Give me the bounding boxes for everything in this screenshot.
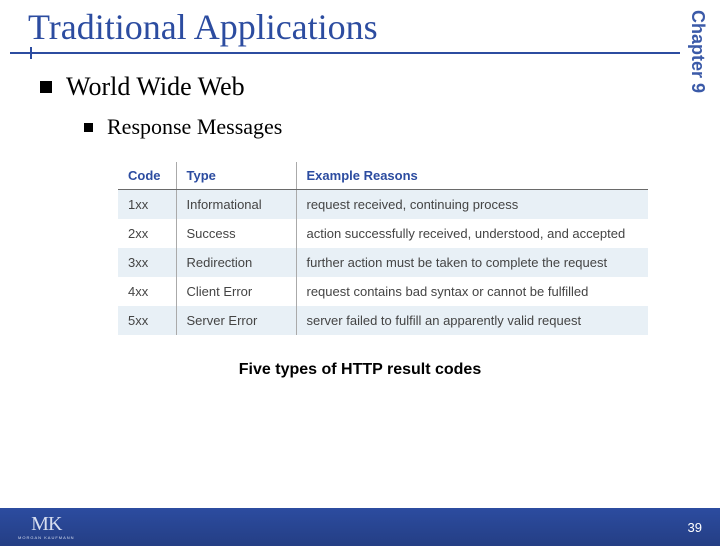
table-row: 4xx Client Error request contains bad sy… (118, 277, 648, 306)
page-number: 39 (688, 520, 702, 535)
bullet-icon (40, 81, 52, 93)
table-row: 2xx Success action successfully received… (118, 219, 648, 248)
cell-reason: server failed to fulfill an apparently v… (296, 306, 648, 335)
cell-type: Server Error (176, 306, 296, 335)
cell-type: Informational (176, 190, 296, 220)
http-codes-table: Code Type Example Reasons 1xx Informatio… (118, 162, 648, 335)
title-rule (10, 52, 680, 54)
outline-level1: World Wide Web (40, 72, 680, 102)
bullet-icon (84, 123, 93, 132)
cell-type: Success (176, 219, 296, 248)
publisher-logo: MK MORGAN KAUFMANN (18, 514, 75, 540)
cell-reason: action successfully received, understood… (296, 219, 648, 248)
cell-reason: further action must be taken to complete… (296, 248, 648, 277)
cell-reason: request contains bad syntax or cannot be… (296, 277, 648, 306)
outline-level2-text: Response Messages (107, 114, 282, 140)
outline-level1-text: World Wide Web (66, 72, 245, 102)
cell-code: 2xx (118, 219, 176, 248)
table-header-reason: Example Reasons (296, 162, 648, 190)
table-caption: Five types of HTTP result codes (40, 361, 680, 379)
cell-code: 3xx (118, 248, 176, 277)
cell-reason: request received, continuing process (296, 190, 648, 220)
outline-level2: Response Messages (84, 114, 680, 140)
table-header-type: Type (176, 162, 296, 190)
cell-type: Redirection (176, 248, 296, 277)
content-area: World Wide Web Response Messages Code Ty… (0, 56, 720, 379)
title-bar: Traditional Applications (10, 6, 680, 56)
footer-bar: MK MORGAN KAUFMANN 39 (0, 508, 720, 546)
table-row: 5xx Server Error server failed to fulfil… (118, 306, 648, 335)
table-header-code: Code (118, 162, 176, 190)
slide-title: Traditional Applications (10, 6, 680, 48)
chapter-label: Chapter 9 (687, 6, 708, 93)
logo-sub: MORGAN KAUFMANN (18, 535, 75, 540)
cell-code: 5xx (118, 306, 176, 335)
table-row: 3xx Redirection further action must be t… (118, 248, 648, 277)
logo-main: MK (31, 514, 61, 534)
cell-code: 1xx (118, 190, 176, 220)
table-header-row: Code Type Example Reasons (118, 162, 648, 190)
cell-code: 4xx (118, 277, 176, 306)
cell-type: Client Error (176, 277, 296, 306)
table-row: 1xx Informational request received, cont… (118, 190, 648, 220)
